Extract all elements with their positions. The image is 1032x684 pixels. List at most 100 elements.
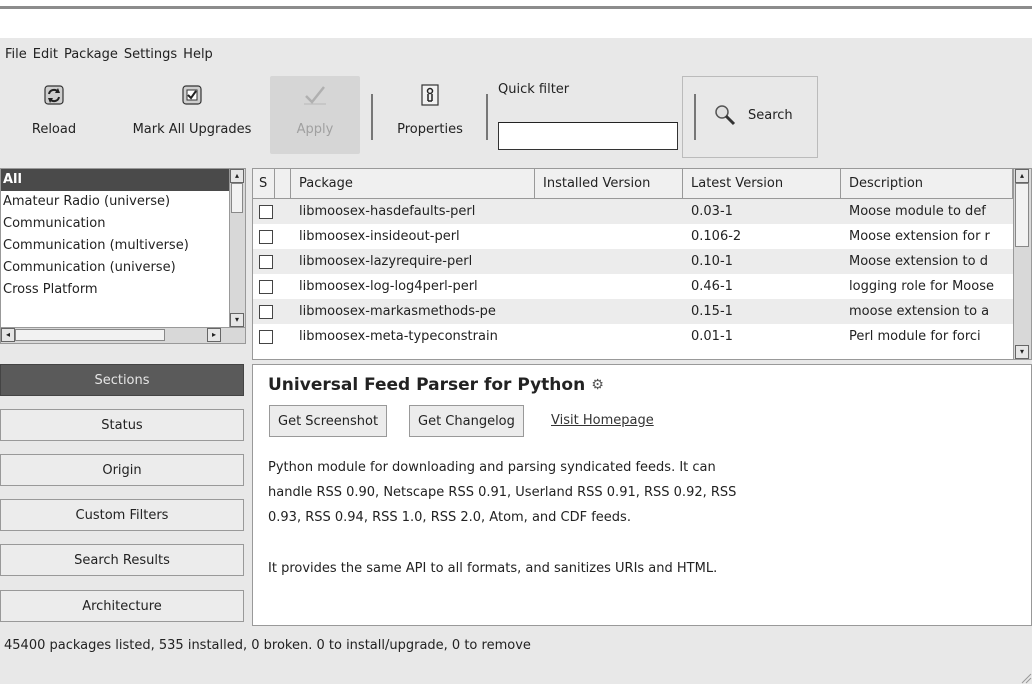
row-checkbox[interactable] xyxy=(259,279,273,294)
package-description: Moose extension to d xyxy=(849,254,988,269)
latest-version: 0.03-1 xyxy=(691,204,733,219)
column-status[interactable]: S xyxy=(253,169,275,199)
description-line: handle RSS 0.90, Netscape RSS 0.91, User… xyxy=(268,485,737,500)
package-table: S Package Installed Version Latest Versi… xyxy=(252,168,1032,360)
latest-version: 0.10-1 xyxy=(691,254,733,269)
row-checkbox[interactable] xyxy=(259,254,273,269)
custom-filters-button[interactable]: Custom Filters xyxy=(0,499,244,531)
package-title-text: Universal Feed Parser for Python xyxy=(268,375,586,395)
column-package[interactable]: Package xyxy=(291,169,535,199)
status-button[interactable]: Status xyxy=(0,409,244,441)
reload-label: Reload xyxy=(31,122,77,137)
properties-icon xyxy=(415,80,445,110)
section-item-cross-platform[interactable]: Cross Platform xyxy=(1,279,229,301)
package-description: Perl module for forci xyxy=(849,329,981,344)
get-screenshot-button[interactable]: Get Screenshot xyxy=(269,405,388,437)
table-row[interactable]: libmoosex-lazyrequire-perl 0.10-1 Moose … xyxy=(253,249,1013,274)
apply-checkmark-icon xyxy=(300,80,330,110)
quick-filter-label: Quick filter xyxy=(498,82,570,97)
menu-help[interactable]: Help xyxy=(180,47,216,62)
scroll-right-arrow-icon[interactable]: ▸ xyxy=(207,328,221,342)
section-item-amateur-radio[interactable]: Amateur Radio (universe) xyxy=(1,191,229,213)
package-name: libmoosex-meta-typeconstrain xyxy=(299,329,498,344)
table-row[interactable]: libmoosex-log-log4perl-perl 0.46-1 loggi… xyxy=(253,274,1013,299)
package-title: Universal Feed Parser for Python ⚙ xyxy=(268,375,604,395)
resize-grip-icon[interactable] xyxy=(1018,670,1032,684)
scroll-thumb[interactable] xyxy=(1015,183,1029,247)
origin-button[interactable]: Origin xyxy=(0,454,244,486)
description-line: Python module for downloading and parsin… xyxy=(268,460,716,475)
toolbar-separator xyxy=(694,94,696,140)
package-description: Moose module to def xyxy=(849,204,986,219)
package-name: libmoosex-lazyrequire-perl xyxy=(299,254,473,269)
table-header: S Package Installed Version Latest Versi… xyxy=(253,169,1013,199)
latest-version: 0.15-1 xyxy=(691,304,733,319)
table-row[interactable]: libmoosex-insideout-perl 0.106-2 Moose e… xyxy=(253,224,1013,249)
architecture-button[interactable]: Architecture xyxy=(0,590,244,622)
section-item-communication-universe[interactable]: Communication (universe) xyxy=(1,257,229,279)
row-checkbox[interactable] xyxy=(259,229,273,244)
properties-button[interactable]: Properties xyxy=(380,80,480,156)
package-name: libmoosex-markasmethods-pe xyxy=(299,304,496,319)
package-name: libmoosex-log-log4perl-perl xyxy=(299,279,478,294)
section-item-communication[interactable]: Communication xyxy=(1,213,229,235)
table-row[interactable]: libmoosex-meta-typeconstrain 0.01-1 Perl… xyxy=(253,324,1013,349)
scroll-left-arrow-icon[interactable]: ◂ xyxy=(1,328,15,342)
apply-button[interactable]: Apply xyxy=(276,80,354,156)
search-button[interactable]: Search xyxy=(712,102,793,128)
menu-edit[interactable]: Edit xyxy=(30,47,61,62)
package-details-pane: Universal Feed Parser for Python ⚙ Get S… xyxy=(252,364,1032,626)
status-bar: 45400 packages listed, 535 installed, 0 … xyxy=(4,638,531,653)
top-border-line xyxy=(0,6,1032,9)
column-description[interactable]: Description xyxy=(841,169,1013,199)
column-support[interactable] xyxy=(275,169,291,199)
visit-homepage-link[interactable]: Visit Homepage xyxy=(551,413,654,428)
package-table-vertical-scrollbar[interactable]: ▴ ▾ xyxy=(1013,169,1031,359)
scroll-thumb[interactable] xyxy=(231,183,243,213)
menu-package[interactable]: Package xyxy=(61,47,121,62)
scroll-up-arrow-icon[interactable]: ▴ xyxy=(230,169,244,183)
scroll-thumb[interactable] xyxy=(15,329,165,341)
toolbar-separator xyxy=(371,94,373,140)
support-status-icon: ⚙ xyxy=(591,377,604,393)
latest-version: 0.01-1 xyxy=(691,329,733,344)
mark-all-upgrades-icon xyxy=(177,80,207,110)
scroll-down-arrow-icon[interactable]: ▾ xyxy=(230,313,244,327)
sections-button[interactable]: Sections xyxy=(0,364,244,396)
latest-version: 0.46-1 xyxy=(691,279,733,294)
search-results-button[interactable]: Search Results xyxy=(0,544,244,576)
get-changelog-button[interactable]: Get Changelog xyxy=(409,405,524,437)
column-installed-version[interactable]: Installed Version xyxy=(535,169,683,199)
column-latest-version[interactable]: Latest Version xyxy=(683,169,841,199)
package-description: Moose extension for r xyxy=(849,229,990,244)
menu-settings[interactable]: Settings xyxy=(121,47,180,62)
package-description: moose extension to a xyxy=(849,304,990,319)
mark-all-upgrades-label: Mark All Upgrades xyxy=(132,122,252,137)
package-description: logging role for Moose xyxy=(849,279,994,294)
menubar: File Edit Package Settings Help xyxy=(0,38,1032,70)
row-checkbox[interactable] xyxy=(259,204,273,219)
menu-file[interactable]: File xyxy=(2,47,30,62)
row-checkbox[interactable] xyxy=(259,304,273,319)
quick-filter-input[interactable] xyxy=(498,122,678,150)
package-name: libmoosex-hasdefaults-perl xyxy=(299,204,476,219)
table-row[interactable]: libmoosex-markasmethods-pe 0.15-1 moose … xyxy=(253,299,1013,324)
section-list-vertical-scrollbar[interactable]: ▴ ▾ xyxy=(229,169,245,329)
mark-all-upgrades-button[interactable]: Mark All Upgrades xyxy=(118,80,266,156)
section-item-all[interactable]: All xyxy=(1,169,229,191)
scroll-up-arrow-icon[interactable]: ▴ xyxy=(1015,169,1029,183)
reload-button[interactable]: Reload xyxy=(14,80,94,156)
table-row[interactable]: libmoosex-hasdefaults-perl 0.03-1 Moose … xyxy=(253,199,1013,224)
section-item-communication-multiverse[interactable]: Communication (multiverse) xyxy=(1,235,229,257)
latest-version: 0.106-2 xyxy=(691,229,742,244)
row-checkbox[interactable] xyxy=(259,329,273,344)
apply-label: Apply xyxy=(296,122,334,137)
search-magnifier-icon xyxy=(712,102,738,128)
section-list-horizontal-scrollbar[interactable]: ◂ ▸ xyxy=(1,327,245,343)
toolbar-separator xyxy=(486,94,488,140)
table-body: libmoosex-hasdefaults-perl 0.03-1 Moose … xyxy=(253,199,1013,349)
reload-icon xyxy=(39,80,69,110)
description-line: 0.93, RSS 0.94, RSS 1.0, RSS 2.0, Atom, … xyxy=(268,510,631,525)
scroll-down-arrow-icon[interactable]: ▾ xyxy=(1015,345,1029,359)
properties-label: Properties xyxy=(397,122,463,137)
